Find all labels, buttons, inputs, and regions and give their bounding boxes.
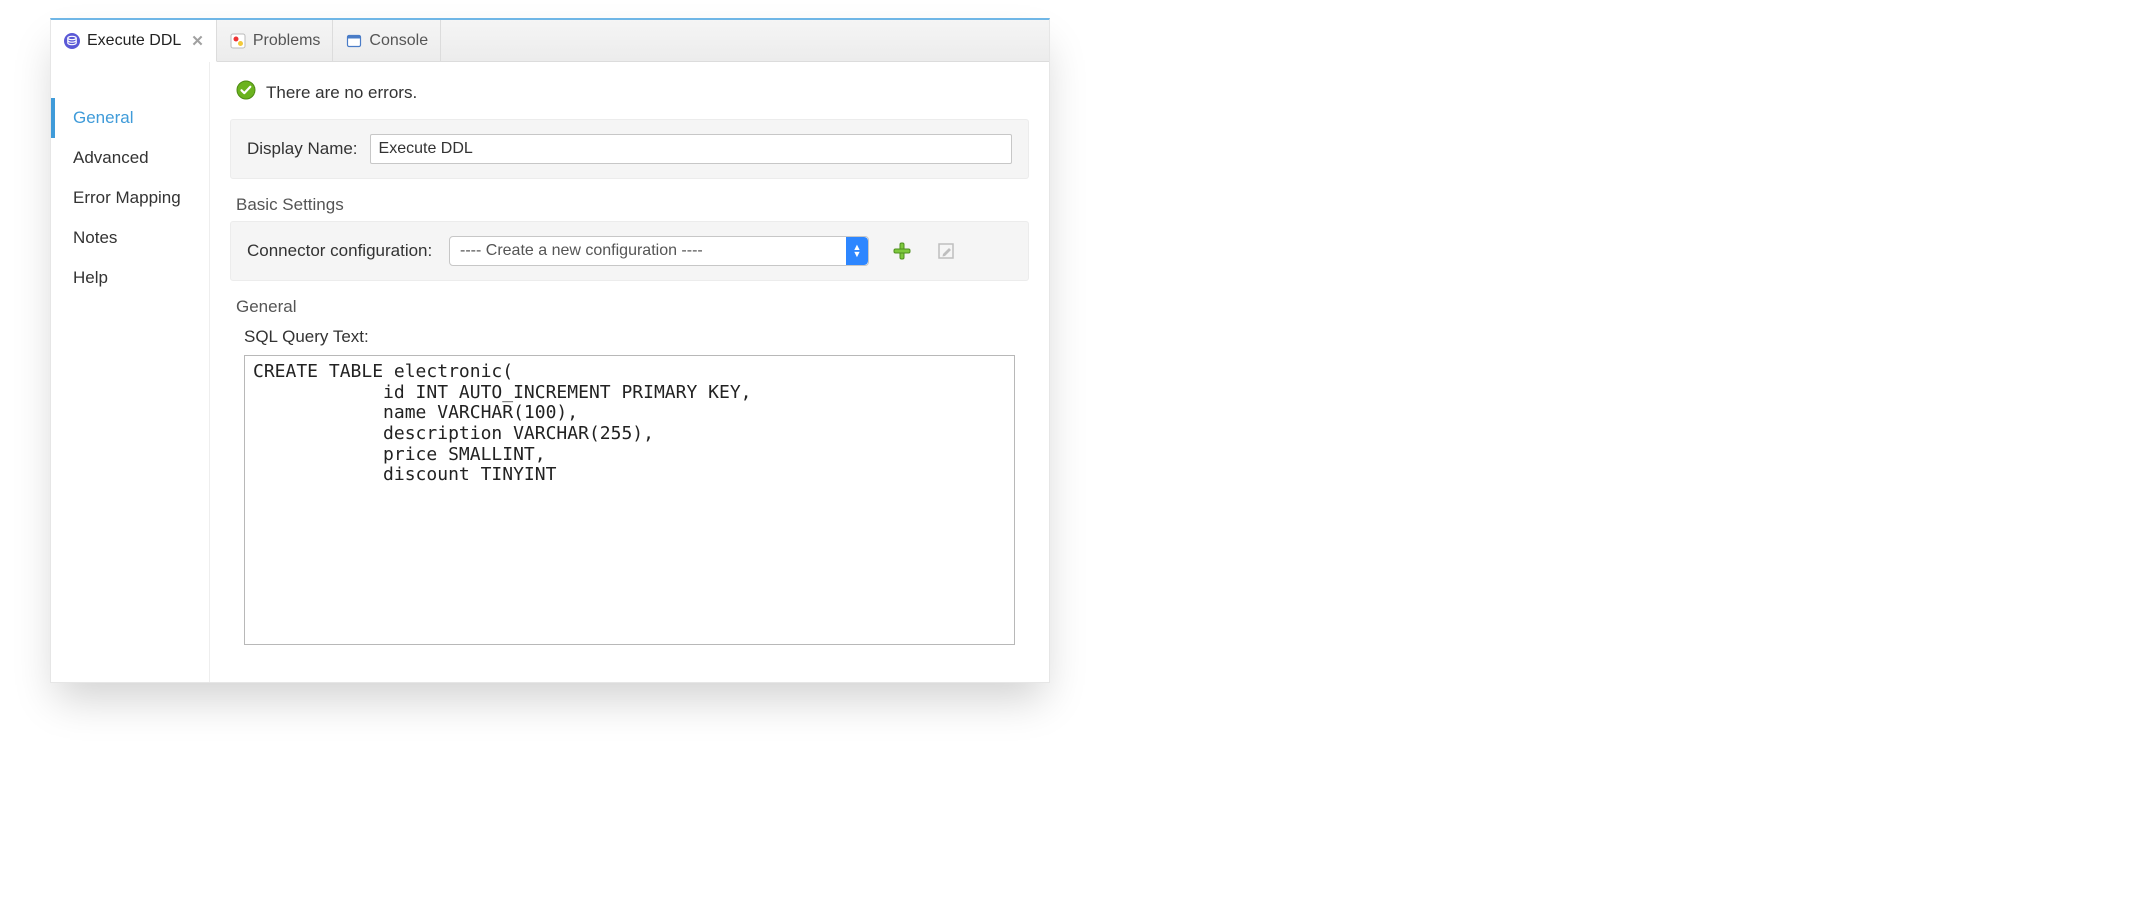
connector-config-label: Connector configuration:: [247, 241, 437, 261]
tab-label: Problems: [253, 32, 321, 50]
chevron-up-down-icon: ▲▼: [846, 237, 868, 265]
basic-settings-title: Basic Settings: [236, 195, 1029, 215]
sidebar-item-help[interactable]: Help: [51, 258, 209, 298]
problems-icon: [229, 32, 247, 50]
close-icon[interactable]: ✕: [191, 32, 204, 50]
content-pane: There are no errors. Display Name: Basic…: [209, 62, 1049, 682]
status-row: There are no errors.: [230, 80, 1029, 119]
basic-settings-panel: Connector configuration: ---- Create a n…: [230, 221, 1029, 281]
sql-query-textarea[interactable]: [244, 355, 1015, 645]
body-layout: General Advanced Error Mapping Notes Hel…: [51, 62, 1049, 682]
tab-bar: Execute DDL ✕ Problems Console: [51, 20, 1049, 62]
general-section-title: General: [236, 297, 1029, 317]
status-message: There are no errors.: [266, 83, 417, 103]
tab-console[interactable]: Console: [333, 20, 441, 61]
tab-label: Execute DDL: [87, 32, 181, 50]
console-icon: [345, 32, 363, 50]
edit-button[interactable]: [935, 240, 957, 262]
sidebar: General Advanced Error Mapping Notes Hel…: [51, 62, 209, 682]
sql-query-label: SQL Query Text:: [244, 327, 1029, 347]
display-name-label: Display Name:: [247, 139, 358, 159]
tab-label: Console: [369, 32, 428, 50]
db-icon: [63, 32, 81, 50]
config-window: Execute DDL ✕ Problems Console: [50, 18, 1050, 683]
check-icon: [236, 80, 256, 105]
display-name-input[interactable]: [370, 134, 1012, 164]
display-name-panel: Display Name:: [230, 119, 1029, 179]
general-section-panel: SQL Query Text:: [230, 327, 1029, 660]
sidebar-item-notes[interactable]: Notes: [51, 218, 209, 258]
tab-execute-ddl[interactable]: Execute DDL ✕: [51, 20, 217, 62]
tab-problems[interactable]: Problems: [217, 20, 334, 61]
sidebar-item-general[interactable]: General: [51, 98, 209, 138]
sidebar-item-error-mapping[interactable]: Error Mapping: [51, 178, 209, 218]
add-button[interactable]: [891, 240, 913, 262]
connector-config-value: ---- Create a new configuration ----: [460, 242, 703, 260]
sidebar-item-advanced[interactable]: Advanced: [51, 138, 209, 178]
connector-config-select[interactable]: ---- Create a new configuration ---- ▲▼: [449, 236, 869, 266]
